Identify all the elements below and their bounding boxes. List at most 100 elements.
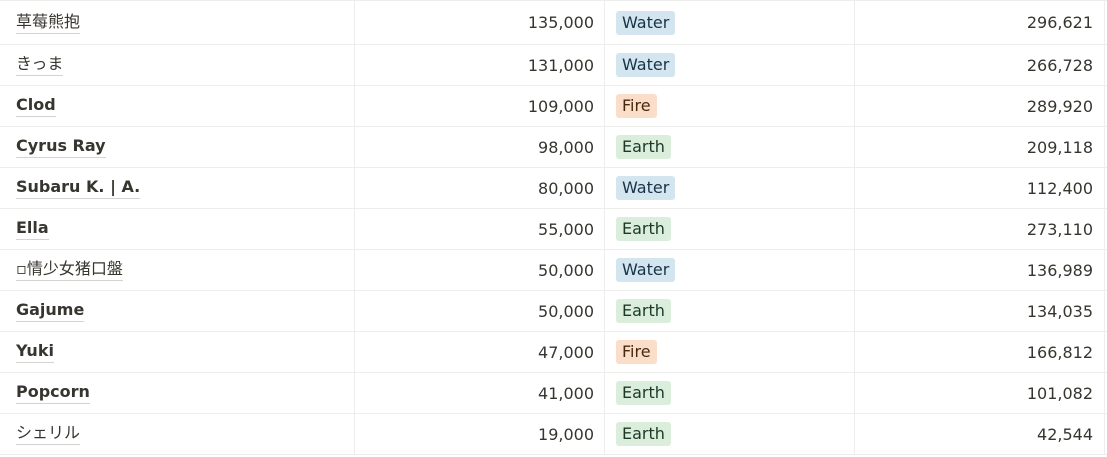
name-cell[interactable]: シェリル: [0, 414, 355, 454]
number-value-2: 112,400: [1026, 178, 1093, 198]
name-cell[interactable]: Yuki: [0, 332, 355, 372]
name-cell[interactable]: Subaru K. | A.: [0, 168, 355, 208]
tag-cell[interactable]: Water: [605, 250, 855, 290]
number-value: 50,000: [538, 260, 594, 280]
name-cell[interactable]: Popcorn: [0, 373, 355, 413]
tag-badge: Water: [616, 258, 676, 282]
table-row[interactable]: Yuki 47,000 Fire 166,812: [0, 332, 1107, 373]
number-cell[interactable]: 47,000: [355, 332, 605, 372]
name-cell[interactable]: Ella: [0, 209, 355, 249]
number-value-2: 134,035: [1026, 301, 1093, 321]
table-row[interactable]: Subaru K. | A. 80,000 Water 112,400: [0, 168, 1107, 209]
number-value: 55,000: [538, 219, 594, 239]
name-link[interactable]: ▫情少女猪口盤: [16, 259, 123, 281]
tag-badge: Water: [616, 176, 676, 200]
tag-badge: Water: [616, 10, 676, 35]
number-value: 80,000: [538, 178, 594, 198]
tag-cell[interactable]: Fire: [605, 332, 855, 372]
table-row[interactable]: Clod 109,000 Fire 289,920: [0, 86, 1107, 127]
number-value-2: 296,621: [1026, 13, 1093, 32]
name-link[interactable]: Subaru K. | A.: [16, 177, 141, 199]
tag-cell[interactable]: Earth: [605, 414, 855, 454]
tag-badge: Earth: [616, 299, 671, 323]
table-row[interactable]: 草莓熊抱 135,000 Water 296,621: [0, 0, 1107, 45]
number-value-2: 266,728: [1026, 55, 1093, 75]
number-value: 98,000: [538, 137, 594, 157]
name-link[interactable]: Popcorn: [16, 382, 90, 404]
number-value: 50,000: [538, 301, 594, 321]
name-link[interactable]: きっま: [16, 54, 64, 76]
number-cell-2[interactable]: 112,400: [855, 168, 1105, 208]
number-value: 19,000: [538, 424, 594, 444]
number-cell[interactable]: 131,000: [355, 45, 605, 85]
number-cell[interactable]: 80,000: [355, 168, 605, 208]
table-row[interactable]: Ella 55,000 Earth 273,110: [0, 209, 1107, 250]
tag-badge: Earth: [616, 135, 671, 159]
tag-cell[interactable]: Water: [605, 45, 855, 85]
name-link[interactable]: Clod: [16, 95, 56, 117]
tag-cell[interactable]: Water: [605, 1, 855, 44]
number-value-2: 166,812: [1026, 342, 1093, 362]
number-cell[interactable]: 19,000: [355, 414, 605, 454]
tag-cell[interactable]: Earth: [605, 291, 855, 331]
number-cell[interactable]: 50,000: [355, 250, 605, 290]
table-row[interactable]: Gajume 50,000 Earth 134,035: [0, 291, 1107, 332]
number-value-2: 209,118: [1026, 137, 1093, 157]
number-value: 135,000: [527, 13, 594, 32]
number-value-2: 101,082: [1026, 383, 1093, 403]
name-link[interactable]: Yuki: [16, 341, 54, 363]
number-cell-2[interactable]: 166,812: [855, 332, 1105, 372]
tag-badge: Water: [616, 53, 676, 77]
number-cell-2[interactable]: 273,110: [855, 209, 1105, 249]
number-cell-2[interactable]: 134,035: [855, 291, 1105, 331]
table-row[interactable]: ▫情少女猪口盤 50,000 Water 136,989: [0, 250, 1107, 291]
tag-cell[interactable]: Earth: [605, 127, 855, 167]
table-row[interactable]: Popcorn 41,000 Earth 101,082: [0, 373, 1107, 414]
number-cell-2[interactable]: 296,621: [855, 1, 1105, 44]
number-cell[interactable]: 135,000: [355, 1, 605, 44]
number-cell-2[interactable]: 101,082: [855, 373, 1105, 413]
number-value-2: 136,989: [1026, 260, 1093, 280]
table-row[interactable]: Cyrus Ray 98,000 Earth 209,118: [0, 127, 1107, 168]
number-value: 41,000: [538, 383, 594, 403]
tag-badge: Fire: [616, 340, 657, 364]
database-table: 草莓熊抱 135,000 Water 296,621 きっま 131,000 W…: [0, 0, 1107, 455]
number-cell[interactable]: 41,000: [355, 373, 605, 413]
name-cell[interactable]: Clod: [0, 86, 355, 126]
tag-cell[interactable]: Earth: [605, 373, 855, 413]
table-row[interactable]: シェリル 19,000 Earth 42,544: [0, 414, 1107, 455]
number-value: 109,000: [527, 96, 594, 116]
table-row[interactable]: きっま 131,000 Water 266,728: [0, 45, 1107, 86]
tag-cell[interactable]: Earth: [605, 209, 855, 249]
tag-badge: Fire: [616, 94, 657, 118]
tag-badge: Earth: [616, 381, 671, 405]
number-cell-2[interactable]: 209,118: [855, 127, 1105, 167]
name-link[interactable]: Ella: [16, 218, 49, 240]
number-value-2: 42,544: [1037, 424, 1093, 444]
name-cell[interactable]: ▫情少女猪口盤: [0, 250, 355, 290]
number-cell[interactable]: 98,000: [355, 127, 605, 167]
tag-cell[interactable]: Fire: [605, 86, 855, 126]
name-link[interactable]: シェリル: [16, 423, 81, 445]
number-value-2: 273,110: [1026, 219, 1093, 239]
tag-badge: Earth: [616, 217, 671, 241]
name-link[interactable]: Gajume: [16, 300, 85, 322]
name-cell[interactable]: 草莓熊抱: [0, 1, 355, 44]
number-cell[interactable]: 55,000: [355, 209, 605, 249]
number-cell-2[interactable]: 266,728: [855, 45, 1105, 85]
name-link[interactable]: 草莓熊抱: [16, 12, 81, 34]
number-cell[interactable]: 50,000: [355, 291, 605, 331]
name-cell[interactable]: Cyrus Ray: [0, 127, 355, 167]
name-cell[interactable]: Gajume: [0, 291, 355, 331]
name-link[interactable]: Cyrus Ray: [16, 136, 106, 158]
number-value-2: 289,920: [1026, 96, 1093, 116]
number-value: 47,000: [538, 342, 594, 362]
name-cell[interactable]: きっま: [0, 45, 355, 85]
number-cell[interactable]: 109,000: [355, 86, 605, 126]
number-cell-2[interactable]: 42,544: [855, 414, 1105, 454]
number-value: 131,000: [527, 55, 594, 75]
number-cell-2[interactable]: 136,989: [855, 250, 1105, 290]
tag-cell[interactable]: Water: [605, 168, 855, 208]
tag-badge: Earth: [616, 422, 671, 446]
number-cell-2[interactable]: 289,920: [855, 86, 1105, 126]
